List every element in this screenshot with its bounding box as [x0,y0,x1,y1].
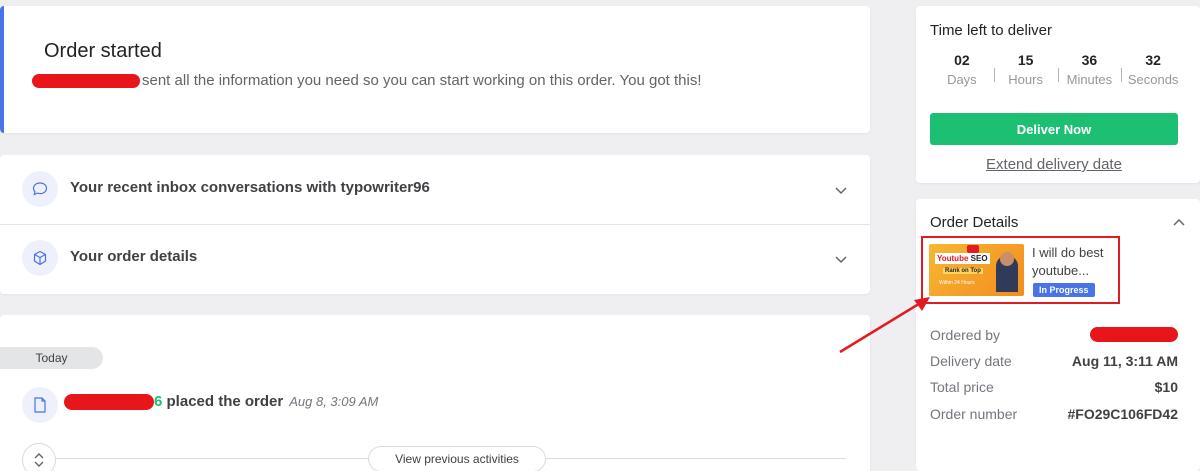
redacted-username [1090,327,1178,342]
chevron-down-icon[interactable] [834,252,848,266]
banner-message: sent all the information you need so you… [32,72,702,89]
redacted-username [64,394,154,411]
meta-label: Delivery date [930,353,1012,369]
annotation-highlight-box [921,236,1120,304]
order-number-row: Order number #FO29C106FD42 [930,406,1178,422]
accordion-order-details[interactable]: Your order details [0,224,870,293]
redacted-username [32,74,140,89]
chevron-down-icon[interactable] [834,183,848,197]
countdown: 02 Days 15 Hours 36 Minutes 32 Seconds [930,52,1185,87]
countdown-label: Seconds [1127,72,1179,87]
countdown-label: Minutes [1066,72,1113,87]
meta-label: Order number [930,406,1018,422]
countdown-seconds: 32 Seconds [1121,52,1185,87]
chevron-up-down-icon [34,453,44,467]
order-details-title: Order Details [930,214,1019,231]
banner-message-text: sent all the information you need so you… [142,72,702,89]
annotation-arrow [839,297,930,354]
extend-delivery-link[interactable]: Extend delivery date [916,156,1192,173]
meta-label: Ordered by [930,327,1001,343]
countdown-value: 02 [954,52,970,68]
document-icon [22,387,58,423]
activity-event-text: placed the order [166,393,284,410]
delivery-timer-card: Time left to deliver 02 Days 15 Hours 36… [916,6,1200,183]
order-details-card: Order Details Youtube SEO Rank on Top Wi… [916,199,1200,471]
username-suffix: 6 [154,393,163,410]
order-accordion: Your recent inbox conversations with typ… [0,155,870,294]
meta-value: Aug 11, 3:11 AM [1071,353,1178,369]
countdown-value: 36 [1081,52,1098,68]
countdown-hours: 15 Hours [993,52,1058,87]
accordion-label: Your recent inbox conversations with typ… [70,179,430,196]
countdown-value: 32 [1145,52,1161,68]
countdown-value: 15 [1017,52,1034,68]
activity-event: 6 placed the order Aug 8, 3:09 AM [64,393,379,411]
order-started-banner: Order started sent all the information y… [0,6,870,133]
chat-bubble-icon [22,171,58,207]
package-box-icon [22,240,58,276]
deliver-now-button[interactable]: Deliver Now [930,113,1178,145]
countdown-label: Days [947,72,977,87]
view-previous-activities-button[interactable]: View previous activities [368,446,546,471]
meta-value: #FO29C106FD42 [1067,406,1178,422]
total-price-row: Total price $10 [930,379,1178,395]
banner-title: Order started [44,40,162,62]
countdown-label: Hours [1008,72,1043,87]
chevron-up-icon[interactable] [1172,217,1186,227]
meta-value: $10 [1154,379,1178,395]
activity-timeline: Today 6 placed the order Aug 8, 3:09 AM V… [0,315,870,471]
activity-timestamp: Aug 8, 3:09 AM [289,394,379,409]
expand-activity-button[interactable] [22,443,56,471]
accordion-inbox-conversations[interactable]: Your recent inbox conversations with typ… [0,155,870,224]
countdown-minutes: 36 Minutes [1057,52,1122,87]
countdown-days: 02 Days [930,52,994,87]
meta-label: Total price [930,379,994,395]
accordion-label: Your order details [70,248,198,265]
delivery-date-row: Delivery date Aug 11, 3:11 AM [930,353,1178,369]
day-separator: Today [0,347,103,369]
timer-title: Time left to deliver [930,22,1052,39]
ordered-by-row: Ordered by [930,327,1178,343]
